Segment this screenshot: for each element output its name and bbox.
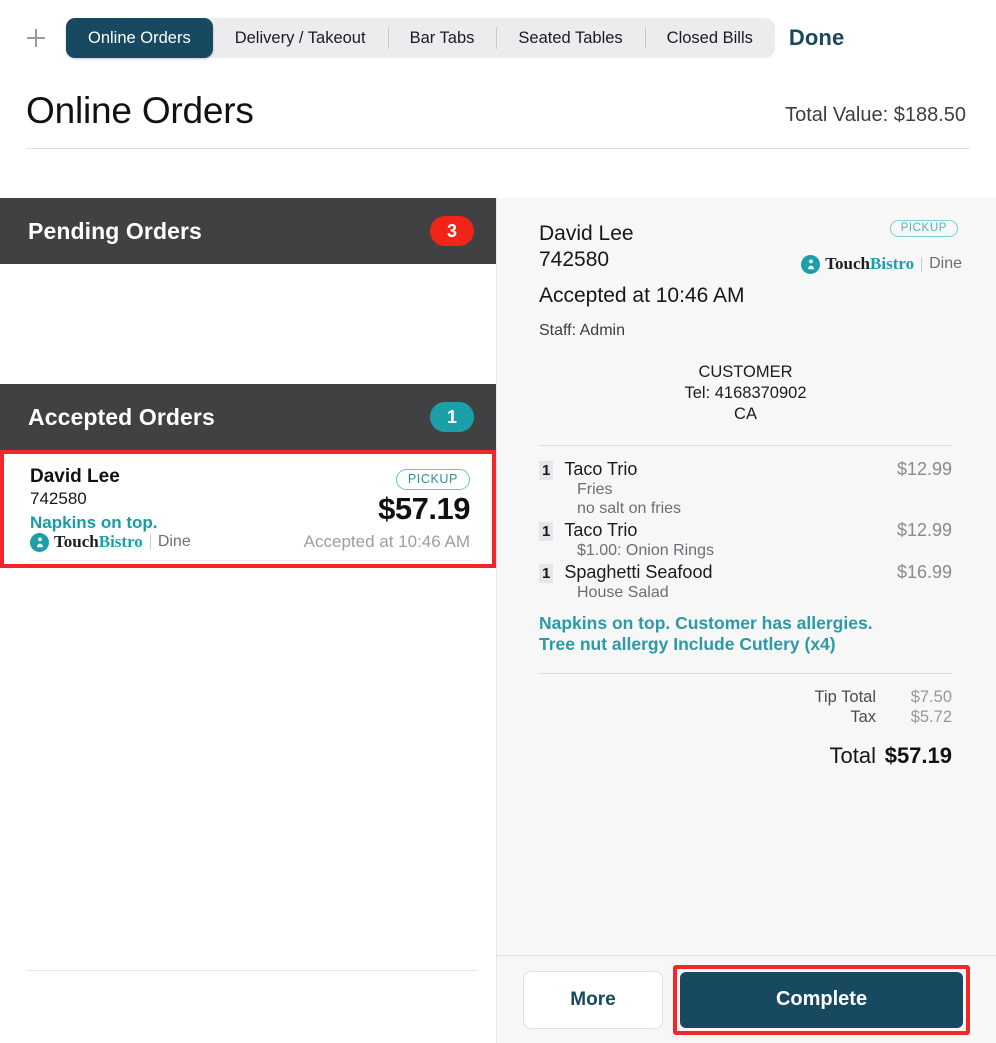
item-quantity: 1 (539, 564, 554, 584)
customer-info-block: CUSTOMER Tel: 4168370902 CA (539, 362, 952, 425)
tab-online-orders-label: Online Orders (88, 28, 191, 47)
page-header: Online Orders Total Value: $188.50 (0, 76, 996, 186)
tip-total-label: Tip Total (814, 687, 876, 706)
detail-brand-product-text: Dine (929, 255, 962, 272)
item-quantity: 1 (539, 522, 554, 542)
item-modifier: Fries (577, 481, 613, 499)
order-note-line-2: Tree nut allergy Include Cutlery (x4) (539, 633, 836, 654)
brand-touch-text: Touch (54, 532, 99, 551)
tax-value: $5.72 (910, 707, 952, 726)
plus-icon[interactable] (8, 10, 64, 66)
tab-delivery-takeout[interactable]: Delivery / Takeout (213, 18, 388, 58)
detail-accepted-time: Accepted at 10:46 AM (539, 284, 745, 307)
receipt: David Lee 742580 Accepted at 10:46 AM St… (497, 198, 996, 769)
brand-product-text: Dine (157, 533, 191, 550)
accepted-orders-section-header[interactable]: Accepted Orders 1 (0, 384, 496, 450)
tab-seated-tables[interactable]: Seated Tables (496, 18, 644, 58)
tab-closed-bills-label: Closed Bills (666, 28, 753, 47)
customer-region: CA (734, 405, 757, 424)
order-item: 1 Taco Trio $12.99 Fries no salt on frie… (539, 459, 952, 518)
item-modifier: $1.00: Onion Rings (577, 542, 714, 560)
item-price: $12.99 (896, 520, 952, 541)
detail-brand-bistro-text: Bistro (870, 254, 915, 273)
list-bottom-divider (26, 970, 478, 971)
detail-touchbistro-logo: Touch Bistro Dine (801, 254, 962, 274)
header-divider (26, 148, 970, 149)
item-modifier: no salt on fries (577, 500, 682, 518)
order-list-item-david-lee[interactable]: David Lee 742580 Napkins on top. PICKUP … (0, 450, 496, 568)
accepted-orders-list: David Lee 742580 Napkins on top. PICKUP … (0, 450, 496, 568)
order-item: 1 Taco Trio $12.99 $1.00: Onion Rings (539, 520, 952, 560)
tax-row: Tax $5.72 (539, 708, 952, 727)
grand-total-row: Total $57.19 (539, 743, 952, 769)
touchbistro-mark-icon (30, 532, 49, 552)
view-tabs: Online Orders Delivery / Takeout Bar Tab… (66, 18, 775, 58)
more-button[interactable]: More (523, 970, 663, 1029)
item-name: Taco Trio (564, 520, 638, 541)
detail-brand-divider (921, 256, 923, 272)
total-value-label: Total Value: $188.50 (785, 104, 966, 126)
order-note-line-1: Napkins on top. Customer has allergies. (539, 613, 873, 634)
tip-total-row: Tip Total $7.50 (539, 688, 952, 707)
detail-touchbistro-mark-icon (801, 254, 821, 274)
order-special-instructions: Napkins on top. Customer has allergies. … (539, 613, 952, 654)
tab-closed-bills[interactable]: Closed Bills (644, 18, 775, 58)
accepted-orders-count-badge: 1 (430, 402, 474, 432)
accepted-orders-title: Accepted Orders (28, 403, 215, 430)
pending-orders-count-badge: 3 (430, 216, 474, 246)
order-items-list: 1 Taco Trio $12.99 Fries no salt on frie… (539, 459, 952, 602)
order-price: $57.19 (378, 491, 470, 526)
order-card-footer: Touch Bistro Dine Accepted at 10:46 AM (30, 532, 470, 552)
customer-heading: CUSTOMER (698, 363, 793, 381)
top-navigation-bar: Online Orders Delivery / Takeout Bar Tab… (0, 0, 996, 76)
detail-brand-touch-text: Touch (825, 254, 871, 273)
pending-orders-list (0, 264, 496, 384)
item-modifier: House Salad (577, 584, 669, 602)
brand-bistro-text: Bistro (98, 532, 143, 551)
tab-online-orders[interactable]: Online Orders (66, 18, 213, 58)
item-price: $16.99 (896, 562, 952, 583)
order-totals: Tip Total $7.50 Tax $5.72 Total $57.19 (539, 688, 952, 769)
pending-orders-title: Pending Orders (28, 217, 202, 244)
page-title: Online Orders (26, 90, 254, 131)
pickup-badge: PICKUP (395, 469, 470, 490)
item-price: $12.99 (896, 459, 952, 480)
order-item: 1 Spaghetti Seafood $16.99 House Salad (539, 562, 952, 602)
customer-tel: Tel: 4168370902 (684, 384, 807, 403)
complete-button-highlight: Complete (673, 964, 970, 1035)
tab-seated-tables-label: Seated Tables (518, 28, 623, 47)
brand-divider (149, 534, 151, 550)
tax-label: Tax (850, 707, 876, 726)
tab-bar-tabs-label: Bar Tabs (409, 28, 475, 47)
pending-orders-section-header[interactable]: Pending Orders 3 (0, 198, 496, 264)
totals-divider (539, 672, 952, 674)
tab-delivery-takeout-label: Delivery / Takeout (234, 28, 366, 47)
touchbistro-logo: Touch Bistro Dine (30, 532, 191, 552)
order-card-divider (30, 560, 472, 561)
tab-bar-tabs[interactable]: Bar Tabs (387, 18, 497, 58)
item-name: Taco Trio (564, 459, 638, 480)
grand-total-value: $57.19 (884, 742, 952, 768)
item-name: Spaghetti Seafood (564, 562, 713, 583)
item-quantity: 1 (539, 461, 554, 481)
tip-total-value: $7.50 (910, 687, 952, 706)
complete-button[interactable]: Complete (680, 971, 963, 1028)
items-top-divider (539, 445, 952, 447)
orders-list-panel: Pending Orders 3 Accepted Orders 1 David… (0, 198, 496, 1043)
order-detail-panel: David Lee 742580 Accepted at 10:46 AM St… (496, 198, 996, 1043)
detail-footer: More Complete (497, 955, 996, 1043)
detail-pickup-badge: PICKUP (889, 220, 958, 237)
order-management-screen: Online Orders Delivery / Takeout Bar Tab… (0, 0, 996, 1043)
order-accepted-time: Accepted at 10:46 AM (303, 532, 470, 551)
done-button[interactable]: Done (789, 25, 844, 51)
grand-total-label: Total (829, 742, 876, 768)
detail-staff: Staff: Admin (539, 322, 625, 339)
